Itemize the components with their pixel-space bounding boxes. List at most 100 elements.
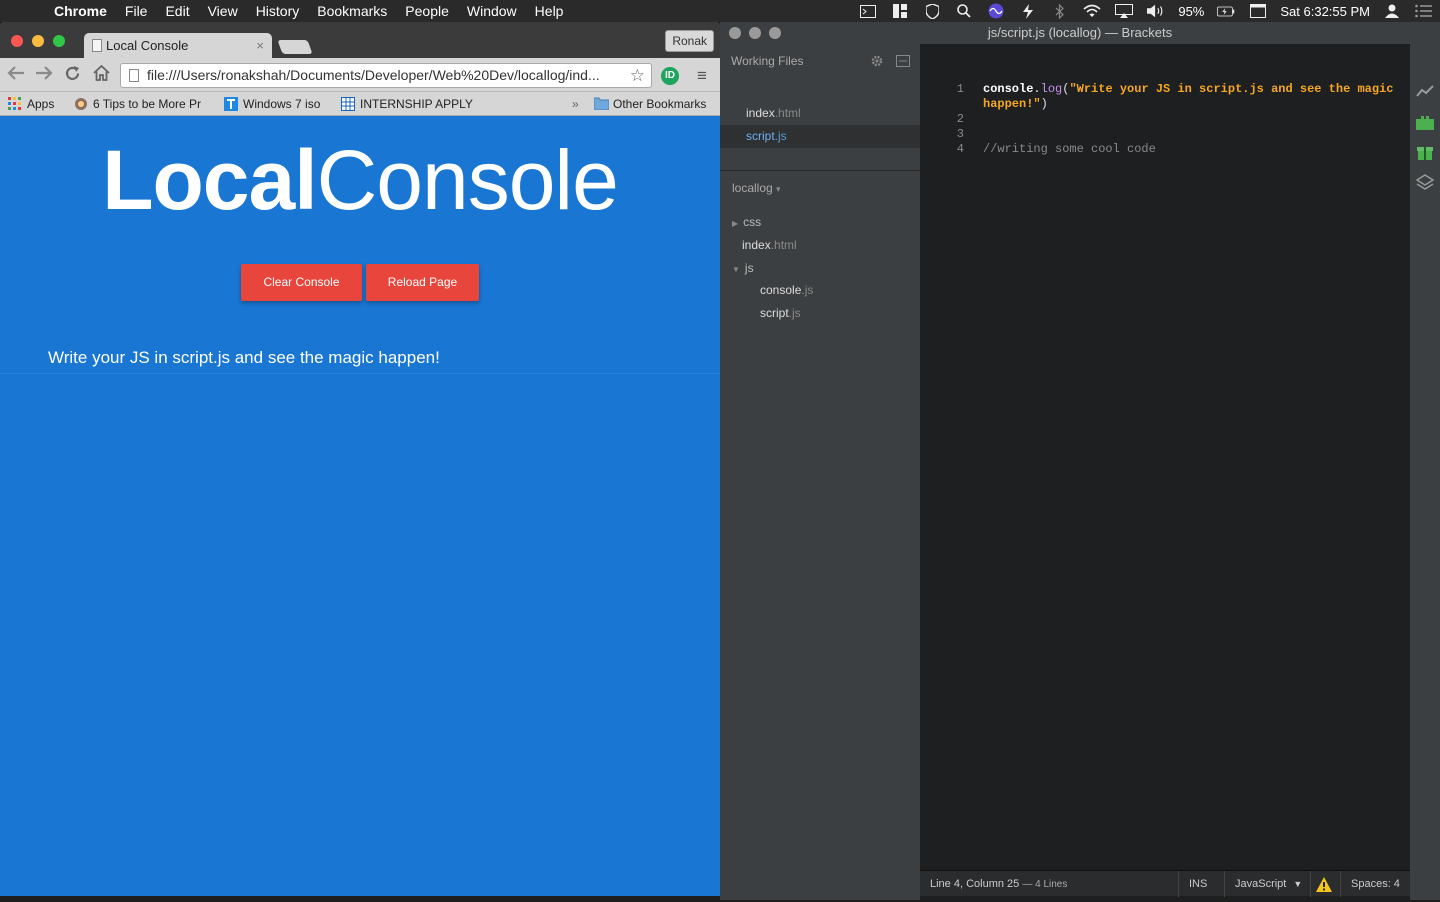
zoom-window-button[interactable] [769, 27, 781, 39]
menu-bar-clock[interactable]: Sat 6:32:55 PM [1280, 4, 1370, 19]
warning-icon[interactable] [1316, 876, 1332, 892]
airplay-icon[interactable] [1115, 4, 1134, 18]
tree-file-index[interactable]: index.html [720, 234, 920, 257]
code-string: happen!" [983, 97, 1041, 111]
tree-folder-js[interactable]: ▼ js [720, 257, 920, 280]
working-file-index[interactable]: index.html [720, 102, 920, 125]
new-tab-button[interactable] [277, 40, 313, 54]
search-icon[interactable] [955, 4, 973, 18]
tree-file-script[interactable]: script.js [720, 302, 920, 325]
menu-edit[interactable]: Edit [156, 0, 198, 22]
project-dropdown[interactable]: locallog ▾ [720, 177, 920, 200]
line-number: 1 [956, 82, 964, 96]
chrome-window: Local Console × Ronak file:///Users/rona… [0, 22, 720, 896]
menu-file[interactable]: File [116, 0, 157, 22]
minimize-window-button[interactable] [749, 27, 761, 39]
bookmark-apps[interactable]: Apps [8, 92, 54, 116]
extension-icon[interactable]: ID [661, 67, 679, 85]
page-info-icon[interactable] [129, 69, 139, 82]
code-dot: . [1033, 82, 1041, 96]
extension-manager-icon[interactable] [1416, 114, 1434, 132]
shield-icon[interactable] [923, 3, 941, 19]
line-count: — 4 Lines [1022, 879, 1068, 890]
menu-window[interactable]: Window [458, 0, 526, 22]
bookmark-overflow-button[interactable]: » [572, 92, 579, 116]
gear-icon[interactable] [870, 54, 884, 71]
status-divider [1224, 871, 1225, 897]
tab-close-icon[interactable]: × [256, 38, 264, 53]
tab-local-console[interactable]: Local Console × [84, 33, 272, 58]
bookmark-other[interactable]: Other Bookmarks [593, 92, 707, 116]
clear-console-button[interactable]: Clear Console [241, 264, 362, 301]
code-line-4[interactable]: //writing some cool code [983, 142, 1156, 156]
siri-icon[interactable] [987, 3, 1005, 19]
indent-spaces[interactable]: Spaces: 4 [1351, 871, 1400, 897]
bluetooth-icon[interactable] [1051, 3, 1069, 19]
address-bar[interactable]: file:///Users/ronakshah/Documents/Develo… [120, 63, 652, 88]
bookmark-star-icon[interactable]: ☆ [630, 64, 645, 87]
bookmark-tips[interactable]: 6 Tips to be More Pr [74, 92, 214, 116]
line-number: 4 [956, 142, 964, 156]
status-divider [1340, 871, 1341, 897]
bolt-app-icon[interactable] [1019, 3, 1037, 19]
working-files-header: Working Files [720, 50, 920, 73]
back-arrow-icon[interactable] [6, 65, 26, 85]
bookmark-internship[interactable]: INTERNSHIP APPLY [341, 92, 473, 116]
line-number: 2 [956, 112, 964, 126]
insert-mode-toggle[interactable]: INS [1189, 871, 1207, 897]
bookmark-label: Other Bookmarks [613, 97, 707, 111]
forward-arrow-icon[interactable] [34, 65, 54, 85]
notification-center-icon[interactable] [1415, 4, 1433, 18]
bookmark-windows-iso[interactable]: Windows 7 iso [224, 92, 320, 116]
tree-folder-css[interactable]: ▶ css [720, 211, 920, 234]
status-divider [1178, 871, 1179, 897]
menu-help[interactable]: Help [526, 0, 573, 22]
terminal-icon[interactable] [859, 4, 877, 18]
zoom-window-button[interactable] [53, 35, 65, 47]
working-file-script[interactable]: script.js [720, 125, 920, 148]
volume-icon[interactable] [1147, 4, 1165, 18]
reload-icon[interactable] [62, 65, 82, 85]
extension-toolbar [1410, 44, 1440, 900]
split-view-icon[interactable] [896, 55, 910, 70]
profile-button[interactable]: Ronak [665, 30, 714, 52]
menu-people[interactable]: People [396, 0, 458, 22]
crescent-icon[interactable] [827, 4, 845, 18]
user-icon[interactable] [1383, 4, 1401, 18]
menu-app-name[interactable]: Chrome [44, 0, 116, 22]
bookmarks-bar: Apps 6 Tips to be More Pr Windows 7 iso … [0, 92, 720, 116]
chrome-menu-icon[interactable]: ≡ [692, 66, 712, 86]
menu-bookmarks[interactable]: Bookmarks [308, 0, 396, 22]
file-sidebar: Working Files index.html script.js local… [720, 44, 920, 900]
cursor-position[interactable]: Line 4, Column 25 — 4 Lines [930, 871, 1067, 897]
close-window-button[interactable] [729, 27, 741, 39]
gift-icon[interactable] [1416, 144, 1434, 162]
close-window-button[interactable] [11, 35, 23, 47]
calendar-icon[interactable] [1249, 4, 1267, 18]
bookmark-label: 6 Tips to be More Pr [93, 97, 202, 111]
chevron-down-icon: ▾ [776, 184, 781, 194]
home-icon[interactable] [91, 64, 111, 85]
code-paren: ) [1040, 97, 1048, 111]
battery-percent[interactable]: 95% [1178, 4, 1204, 19]
wifi-icon[interactable] [1083, 4, 1101, 18]
battery-charging-icon[interactable] [1217, 4, 1235, 18]
file-name: index [746, 106, 775, 120]
code-line-1-wrap[interactable]: happen!") [983, 97, 1048, 111]
menu-view[interactable]: View [199, 0, 247, 22]
window-layout-icon[interactable] [891, 4, 909, 18]
code-editor[interactable]: 1 2 3 4 console.log("Write your JS in sc… [920, 44, 1410, 870]
live-preview-icon[interactable] [1416, 84, 1434, 102]
language-label: JavaScript [1235, 878, 1287, 890]
code-line-1[interactable]: console.log("Write your JS in script.js … [983, 82, 1394, 96]
code-string: "Write your JS in script.js and see the … [1069, 82, 1394, 96]
minimize-window-button[interactable] [32, 35, 44, 47]
menu-history[interactable]: History [247, 0, 309, 22]
reload-page-button[interactable]: Reload Page [366, 264, 479, 301]
language-dropdown[interactable]: JavaScript ▼ [1235, 871, 1302, 897]
file-name: index [742, 238, 771, 252]
layers-icon[interactable] [1415, 174, 1435, 192]
tree-file-console[interactable]: console.js [720, 279, 920, 302]
line-number: 3 [956, 127, 964, 141]
menu-bar-status-area: 95% Sat 6:32:55 PM [820, 0, 1440, 22]
